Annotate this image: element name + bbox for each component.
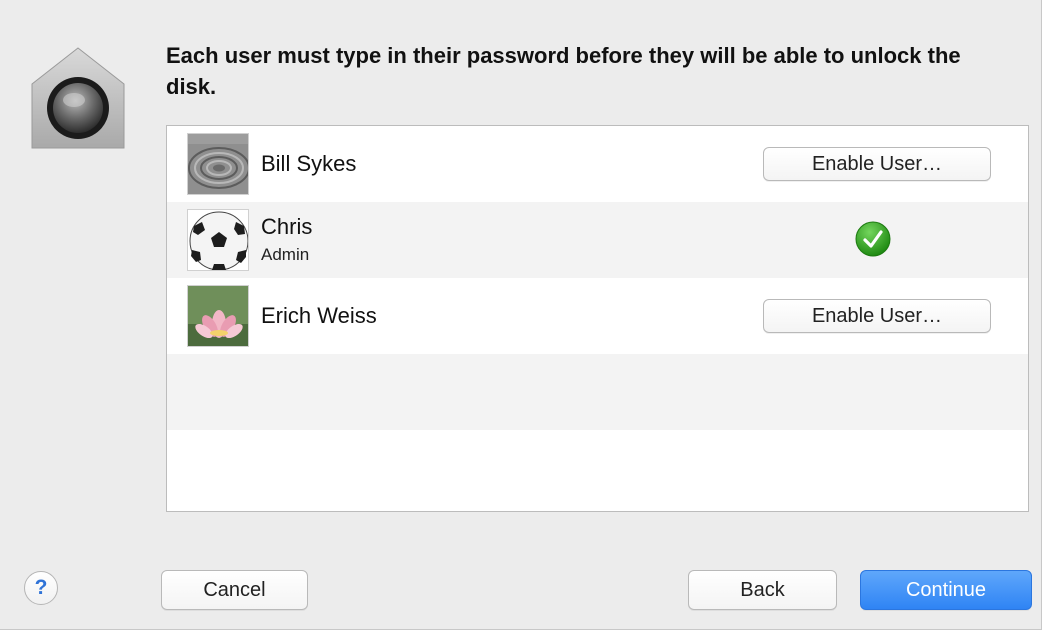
instruction-heading: Each user must type in their password be… [166,43,961,99]
checkmark-enabled-icon [854,220,892,258]
enable-user-button[interactable]: Enable User… [763,147,991,181]
user-row[interactable]: Bill Sykes Enable User… [167,126,1028,202]
enable-user-button[interactable]: Enable User… [763,299,991,333]
dialog-sheet: Each user must type in their password be… [0,0,1042,630]
user-list[interactable]: Bill Sykes Enable User… Chris Admin Eric… [166,125,1029,512]
back-button[interactable]: Back [688,570,837,610]
user-name: Chris [261,214,313,239]
zen-garden-avatar [187,133,249,195]
continue-button[interactable]: Continue [860,570,1032,610]
filevault-icon [28,46,128,150]
user-row[interactable]: Chris Admin [167,202,1028,278]
user-name: Bill Sykes [261,151,357,176]
empty-row [167,354,1028,430]
empty-row [167,430,1028,511]
user-role: Admin [261,245,310,264]
help-button[interactable]: ? [24,571,58,605]
cancel-button[interactable]: Cancel [161,570,308,610]
lotus-flower-avatar [187,285,249,347]
user-row[interactable]: Erich Weiss Enable User… [167,278,1028,354]
user-name: Erich Weiss [261,303,377,328]
soccer-ball-avatar [187,209,249,271]
